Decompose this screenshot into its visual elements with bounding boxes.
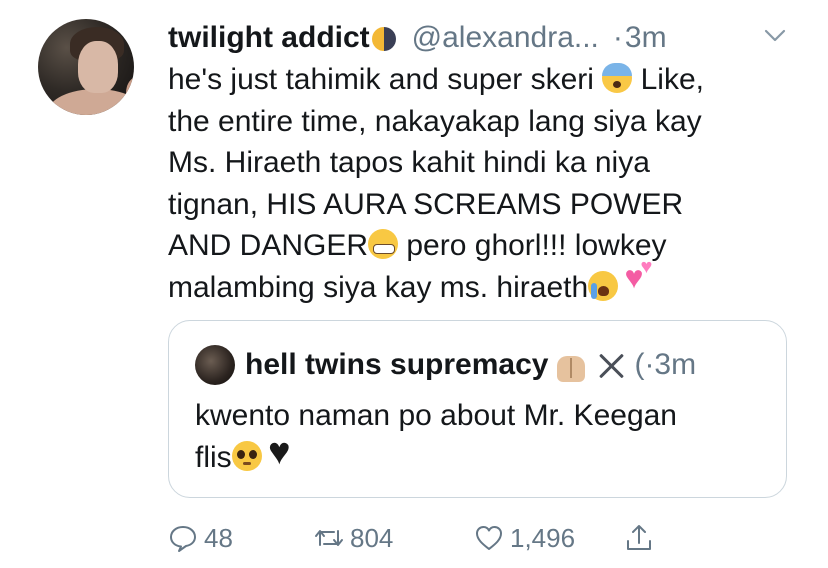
quoted-tweet-text: kwento naman po about Mr. Keegan flis xyxy=(195,395,765,479)
avatar-photo-face xyxy=(78,41,118,93)
tweet-text-line: malambing siya kay ms. hiraeth xyxy=(168,270,589,304)
reply-button[interactable]: 48 xyxy=(168,518,233,558)
share-icon xyxy=(627,525,651,550)
tweet-text-line: AND DANGER xyxy=(168,229,369,262)
quoted-timestamp: (·3m xyxy=(634,348,697,381)
separator-dot: · xyxy=(612,21,623,54)
tweet-text-line: he's just tahimik and super skeri xyxy=(168,63,594,96)
like-count: 1,496 xyxy=(510,522,576,553)
tweet-text-line: tignan, HIS AURA SCREAMS POWER xyxy=(168,187,684,221)
two-hearts-icon xyxy=(625,257,657,301)
grimacing-face-icon xyxy=(368,229,399,259)
share-button[interactable] xyxy=(624,518,660,558)
tweet-text-line: Like, xyxy=(640,63,704,96)
tweet-text-line: pero ghorl!!! lowkey xyxy=(406,229,667,262)
avatar[interactable] xyxy=(38,19,134,115)
quoted-text-line: kwento naman po about Mr. Keegan xyxy=(195,399,677,432)
quoted-display-name: hell twins supremacy xyxy=(245,348,549,381)
chevron-down-icon[interactable] xyxy=(762,26,788,46)
pleading-face-icon xyxy=(231,441,262,471)
black-heart-icon xyxy=(268,433,300,471)
quoted-avatar xyxy=(195,345,235,385)
retweet-count: 804 xyxy=(350,522,394,553)
tweet-header: twilight addict @alexandra... · 3m xyxy=(168,18,778,58)
sob-face-icon xyxy=(588,270,619,301)
tweet-text-line: Ms. Hiraeth tapos kahit hindi ka niya xyxy=(168,146,650,179)
avatar-photo-shoulder xyxy=(48,89,134,115)
raised-hands-icon xyxy=(554,348,588,382)
quoted-tweet[interactable]: hell twins supremacy (·3m kwento naman p… xyxy=(168,320,787,498)
moon-icon xyxy=(371,27,396,51)
display-name[interactable]: twilight addict xyxy=(168,21,370,55)
tweet-text-line: the entire time, nakayakap lang siya kay xyxy=(168,104,702,138)
crossed-swords-icon xyxy=(594,348,628,382)
like-icon xyxy=(476,526,502,550)
like-button[interactable]: 1,496 xyxy=(474,518,575,558)
reply-icon xyxy=(170,526,196,552)
quoted-text-line: flis xyxy=(195,441,232,474)
retweet-button[interactable]: 804 xyxy=(314,518,393,558)
fearful-face-icon xyxy=(602,63,633,93)
reply-count: 48 xyxy=(204,522,233,553)
tweet-text: he's just tahimik and super skeri Like, … xyxy=(168,59,788,308)
timestamp[interactable]: 3m xyxy=(625,21,667,55)
tweet-actions: 48 804 1,496 xyxy=(168,518,688,558)
quoted-tweet-header: hell twins supremacy (·3m xyxy=(195,345,696,385)
retweet-icon xyxy=(315,530,343,546)
user-handle[interactable]: @alexandra... xyxy=(412,21,599,55)
